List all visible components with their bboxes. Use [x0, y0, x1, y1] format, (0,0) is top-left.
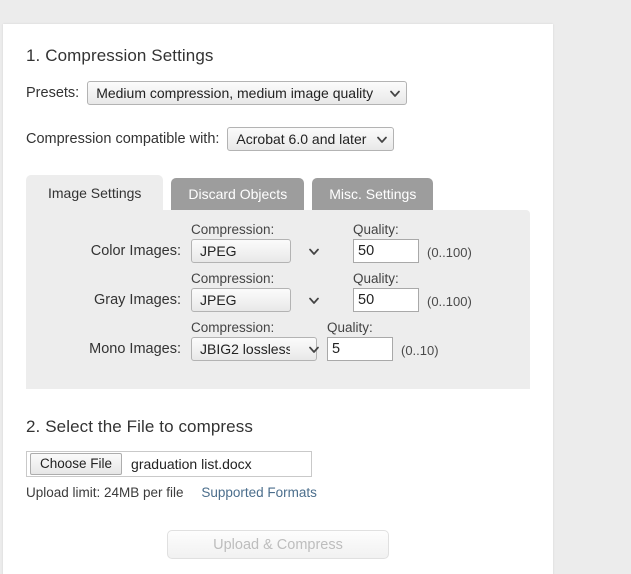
compression-caption: Compression: — [191, 222, 275, 237]
mono-images-compression-select[interactable]: JBIG2 lossless — [191, 337, 317, 361]
compression-caption: Compression: — [191, 320, 275, 335]
settings-tabs: Image Settings Discard Objects Misc. Set… — [26, 175, 534, 210]
gray-quality-line: (0..100) — [353, 288, 472, 312]
image-settings-panel: Color Images: Compression: JPEG Quality:… — [26, 210, 530, 389]
color-compression-select-wrapper: JPEG — [191, 239, 326, 263]
quality-caption: Quality: — [327, 320, 373, 335]
gray-images-quality-input[interactable] — [353, 288, 419, 312]
gray-compression-select-wrapper: JPEG — [191, 288, 326, 312]
content-inner: 1. Compression Settings Presets: Medium … — [26, 46, 534, 574]
page-title-compression-settings: 1. Compression Settings — [26, 46, 214, 65]
mono-images-quality-input[interactable] — [327, 337, 393, 361]
compatibility-select[interactable]: Acrobat 6.0 and later — [227, 127, 395, 151]
mono-quality-range-hint: (0..10) — [401, 343, 439, 358]
mono-compression-select-wrapper: JBIG2 lossless — [191, 337, 326, 361]
color-images-compression-field: Compression: JPEG — [191, 222, 326, 263]
upload-limit-row: Upload limit: 24MB per file Supported Fo… — [26, 485, 534, 500]
tab-image-settings-label: Image Settings — [48, 185, 142, 201]
color-images-label: Color Images: — [90, 243, 181, 259]
compatibility-label: Compression compatible with: — [26, 131, 220, 147]
tab-discard-objects-label: Discard Objects — [188, 186, 288, 202]
file-input-row[interactable]: Choose File graduation list.docx — [26, 451, 312, 477]
chevron-down-icon — [309, 247, 319, 256]
compatibility-select-wrapper: Acrobat 6.0 and later — [227, 127, 395, 151]
mono-images-compression-field: Compression: JBIG2 lossless — [191, 320, 326, 361]
gray-quality-range-hint: (0..100) — [427, 294, 472, 309]
supported-formats-link[interactable]: Supported Formats — [201, 485, 317, 500]
presets-select-wrapper: Medium compression, medium image quality — [87, 81, 408, 105]
page-root: 1. Compression Settings Presets: Medium … — [0, 0, 631, 574]
mono-images-quality-field: Quality: (0..10) — [327, 320, 439, 361]
quality-caption: Quality: — [353, 222, 399, 237]
settings-row-gray-images: Gray Images: Compression: JPEG Quality: … — [26, 271, 530, 312]
actions-area: Upload & Compress Reset settings — [26, 530, 530, 574]
presets-select[interactable]: Medium compression, medium image quality — [87, 81, 408, 105]
gray-images-label: Gray Images: — [93, 292, 181, 308]
choose-file-button[interactable]: Choose File — [30, 453, 123, 475]
compression-caption: Compression: — [191, 271, 275, 286]
color-images-quality-input[interactable] — [353, 239, 419, 263]
presets-row: Presets: Medium compression, medium imag… — [26, 81, 534, 105]
mono-quality-line: (0..10) — [327, 337, 439, 361]
presets-label: Presets: — [26, 85, 80, 101]
page-title-select-file: 2. Select the File to compress — [26, 417, 253, 436]
tab-misc-settings-label: Misc. Settings — [329, 186, 417, 202]
tab-image-settings[interactable]: Image Settings — [26, 175, 164, 210]
settings-row-mono-images: Mono Images: Compression: JBIG2 lossless — [26, 320, 530, 361]
color-quality-line: (0..100) — [353, 239, 472, 263]
upload-and-compress-button[interactable]: Upload & Compress — [167, 530, 389, 559]
color-images-compression-select[interactable]: JPEG — [191, 239, 291, 263]
color-images-quality-field: Quality: (0..100) — [353, 222, 472, 263]
content-panel: 1. Compression Settings Presets: Medium … — [3, 24, 553, 574]
gray-images-quality-field: Quality: (0..100) — [353, 271, 472, 312]
chevron-down-icon — [309, 296, 319, 305]
color-quality-range-hint: (0..100) — [427, 245, 472, 260]
selected-file-name: graduation list.docx — [131, 456, 252, 472]
gray-images-compression-field: Compression: JPEG — [191, 271, 326, 312]
select-file-section: 2. Select the File to compress Choose Fi… — [26, 417, 534, 500]
tab-discard-objects[interactable]: Discard Objects — [171, 178, 305, 210]
mono-images-label: Mono Images: — [89, 341, 181, 357]
tab-misc-settings[interactable]: Misc. Settings — [312, 178, 434, 210]
compatibility-row: Compression compatible with: Acrobat 6.0… — [26, 127, 534, 151]
quality-caption: Quality: — [353, 271, 399, 286]
gray-images-compression-select[interactable]: JPEG — [191, 288, 291, 312]
upload-limit-text: Upload limit: 24MB per file — [26, 485, 184, 500]
settings-row-color-images: Color Images: Compression: JPEG Quality:… — [26, 222, 530, 263]
